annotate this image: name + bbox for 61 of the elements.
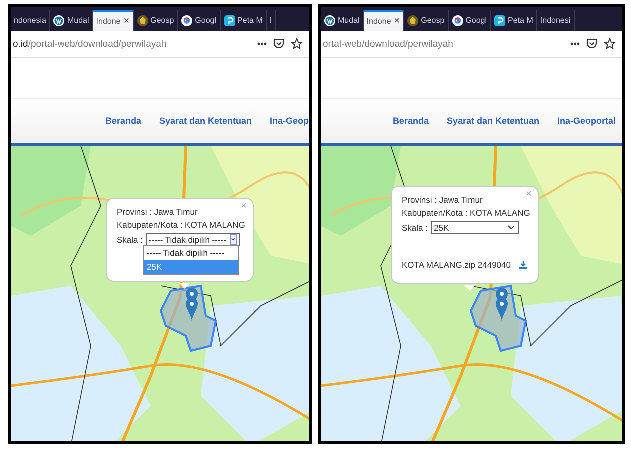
download-link[interactable]: KOTA MALANG.zip 2449040 <box>402 260 511 270</box>
browser-tab[interactable]: Mudal <box>321 10 364 31</box>
scale-label: Skala : <box>402 222 428 232</box>
tab-title: Geosp <box>150 16 174 25</box>
browser-tab[interactable]: Indone × <box>364 10 404 31</box>
nav-link[interactable]: Ina-Geop <box>270 116 309 126</box>
browser-tab[interactable]: ndonesia <box>11 10 50 31</box>
city-text: Kabupaten/Kota : KOTA MALANG <box>402 208 528 218</box>
wordpress-logo-icon <box>53 15 64 26</box>
page-actions-button[interactable]: ••• <box>258 39 267 49</box>
tab-title: Mudal <box>338 16 360 25</box>
nav-link[interactable]: Syarat dan Ketentuan <box>446 116 540 126</box>
tab-title: Mudal <box>67 16 90 25</box>
pocket-icon <box>586 38 598 50</box>
wordpress-logo-icon <box>324 15 335 26</box>
nav-link[interactable]: Syarat dan Ketentuan <box>159 116 252 126</box>
tab-title: Indone <box>96 17 121 26</box>
nav-link[interactable]: Beranda <box>392 116 429 126</box>
emblem-icon <box>407 15 418 26</box>
scale-dropdown[interactable]: 25K <box>431 221 519 234</box>
browser-tab[interactable]: I <box>266 10 276 31</box>
emblem-icon <box>136 15 148 26</box>
google-logo-icon <box>181 15 192 26</box>
google-logo-icon <box>452 15 463 26</box>
star-icon <box>291 38 303 50</box>
tab-title: Peta M <box>508 16 534 25</box>
address-field[interactable]: ortal-web/download/perwilayah <box>323 38 565 50</box>
tab-title: Indonesi <box>540 16 571 25</box>
browser-tab[interactable]: Peta M <box>220 10 267 31</box>
map-app-icon <box>224 15 235 26</box>
pocket-icon <box>273 38 285 50</box>
browser-tab[interactable]: Peta M <box>491 10 538 31</box>
tab-title: Geosp <box>421 16 445 25</box>
tab-title: ndonesia <box>14 16 46 25</box>
close-tab-button[interactable]: × <box>124 16 130 27</box>
tab-title: Indone <box>366 17 392 26</box>
nav-link[interactable]: Beranda <box>105 116 142 126</box>
tab-title: Googl <box>195 16 217 25</box>
scale-label: Skala : <box>117 234 143 244</box>
page-actions-button[interactable]: ••• <box>570 39 580 49</box>
tab-title: I <box>270 16 272 25</box>
nav-link[interactable]: Ina-Geoportal <box>557 116 616 126</box>
tab-title: Googl <box>466 16 488 25</box>
chevron-down-icon <box>507 223 516 232</box>
browser-tab[interactable]: Geosp <box>134 10 178 31</box>
address-field[interactable]: o.id/portal-web/download/perwilayah <box>13 38 252 50</box>
dropdown-option[interactable]: ----- Tidak dipilih ----- <box>144 246 238 260</box>
star-icon <box>604 38 616 50</box>
tab-title: Peta M <box>238 16 263 25</box>
province-text: Provinsi : Jawa Timur <box>117 207 199 217</box>
city-text: Kabupaten/Kota : KOTA MALANG <box>117 220 243 230</box>
browser-tab[interactable]: Geosp <box>404 10 449 31</box>
close-tab-button[interactable]: × <box>394 16 400 27</box>
chevron-down-icon <box>230 234 237 245</box>
map-app-icon <box>494 15 506 26</box>
browser-tab[interactable]: Indone × <box>93 10 134 31</box>
download-icon <box>518 260 528 270</box>
province-text: Provinsi : Jawa Timur <box>402 195 484 205</box>
browser-tab[interactable]: Googl <box>178 10 221 31</box>
browser-tab[interactable]: Indonesi <box>537 10 575 31</box>
browser-tab[interactable]: Googl <box>448 10 492 31</box>
